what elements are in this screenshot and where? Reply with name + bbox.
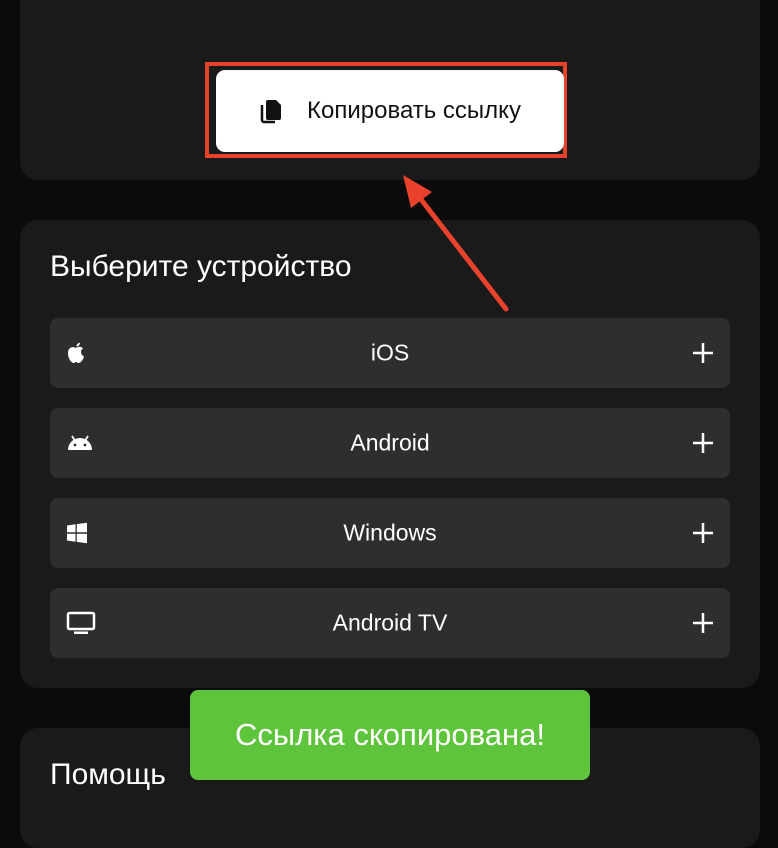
annotation-arrow xyxy=(403,175,509,312)
device-label-ios: iOS xyxy=(370,339,410,366)
device-label-android-tv: Android TV xyxy=(332,609,448,636)
copied-toast: Ссылка скопирована! xyxy=(190,690,590,780)
copy-link-button[interactable]: Копировать ссылку xyxy=(216,70,564,152)
device-label-windows: Windows xyxy=(343,519,437,546)
plus-icon[interactable] xyxy=(692,432,714,454)
help-title: Помощь xyxy=(50,758,166,791)
device-row-ios[interactable]: iOS xyxy=(50,318,730,388)
device-row-android[interactable]: Android xyxy=(50,408,730,478)
plus-icon[interactable] xyxy=(692,522,714,544)
plus-icon[interactable] xyxy=(692,342,714,364)
device-label-android: Android xyxy=(350,429,430,456)
device-row-windows[interactable]: Windows xyxy=(50,498,730,568)
plus-icon[interactable] xyxy=(692,612,714,634)
copy-link-label: Копировать ссылку xyxy=(307,97,521,124)
device-select-title: Выберите устройство xyxy=(50,250,352,283)
copy-icon xyxy=(259,98,285,124)
toast-text: Ссылка скопирована! xyxy=(235,717,545,752)
device-row-android-tv[interactable]: Android TV xyxy=(50,588,730,658)
